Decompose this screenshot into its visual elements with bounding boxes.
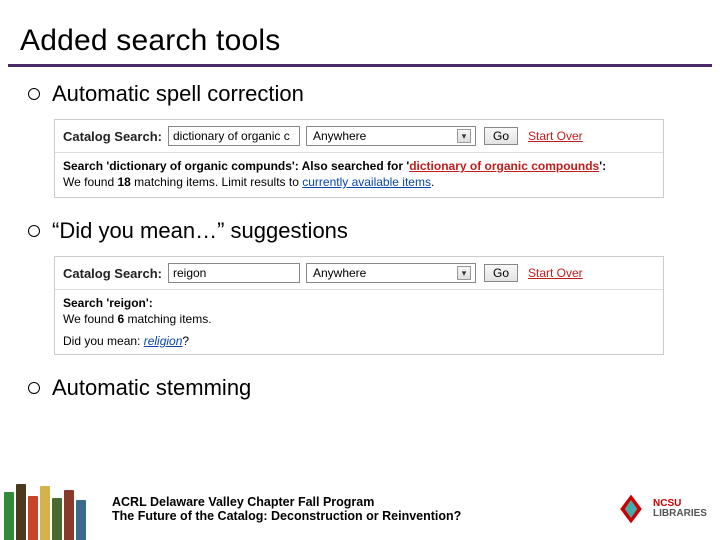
- results-text: Search 'reigon': We found 6 matching ite…: [55, 290, 663, 334]
- search-for-suffix: ': Also searched for ': [292, 159, 409, 173]
- scope-select[interactable]: Anywhere ▾: [306, 263, 476, 283]
- bullet-1: Automatic spell correction: [28, 81, 700, 107]
- limit-results-link[interactable]: currently available items: [302, 175, 431, 189]
- footer-line-1: ACRL Delaware Valley Chapter Fall Progra…: [112, 495, 600, 509]
- footer-line-2: The Future of the Catalog: Deconstructio…: [112, 509, 600, 523]
- screenshot-did-you-mean: Catalog Search: Anywhere ▾ Go Start Over…: [54, 256, 664, 355]
- catalog-search-label: Catalog Search:: [63, 266, 162, 281]
- go-button[interactable]: Go: [484, 127, 518, 145]
- screenshot-spell-correction: Catalog Search: Anywhere ▾ Go Start Over…: [54, 119, 664, 198]
- start-over-link[interactable]: Start Over: [528, 129, 583, 143]
- bullet-1-text: Automatic spell correction: [52, 81, 304, 107]
- dym-end: ?: [182, 334, 189, 348]
- scope-value: Anywhere: [313, 129, 366, 143]
- chevron-down-icon: ▾: [457, 129, 471, 143]
- bullet-marker-icon: [28, 225, 40, 237]
- after-corrected: ':: [599, 159, 606, 173]
- search-term: reigon: [109, 296, 146, 310]
- footer-text: ACRL Delaware Valley Chapter Fall Progra…: [100, 495, 600, 523]
- logo-icon: [613, 491, 649, 527]
- search-bar-row: Catalog Search: Anywhere ▾ Go Start Over: [55, 120, 663, 152]
- search-input[interactable]: [168, 126, 300, 146]
- search-for-prefix: Search ': [63, 159, 109, 173]
- go-button[interactable]: Go: [484, 264, 518, 282]
- scope-value: Anywhere: [313, 266, 366, 280]
- slide-title: Added search tools: [0, 0, 720, 64]
- chevron-down-icon: ▾: [457, 266, 471, 280]
- bullet-2-text: “Did you mean…” suggestions: [52, 218, 348, 244]
- search-input[interactable]: [168, 263, 300, 283]
- scope-select[interactable]: Anywhere ▾: [306, 126, 476, 146]
- books-icon: [0, 478, 100, 540]
- start-over-link[interactable]: Start Over: [528, 266, 583, 280]
- catalog-search-label: Catalog Search:: [63, 129, 162, 144]
- dym-prefix: Did you mean:: [63, 334, 144, 348]
- bullet-2: “Did you mean…” suggestions: [28, 218, 700, 244]
- bullet-marker-icon: [28, 382, 40, 394]
- bullet-3: Automatic stemming: [28, 375, 700, 401]
- bullet-marker-icon: [28, 88, 40, 100]
- content-area: Automatic spell correction Catalog Searc…: [0, 67, 720, 401]
- found-end: .: [431, 175, 434, 189]
- footer: ACRL Delaware Valley Chapter Fall Progra…: [0, 478, 720, 540]
- ncsu-libraries-logo: NCSU LIBRARIES: [600, 491, 720, 527]
- found-mid: matching items. Limit results to: [131, 175, 302, 189]
- found-suffix: matching items.: [124, 312, 211, 326]
- did-you-mean-row: Did you mean: religion?: [55, 334, 663, 354]
- search-for-prefix: Search ': [63, 296, 109, 310]
- search-term: dictionary of organic compunds: [109, 159, 292, 173]
- results-text: Search 'dictionary of organic compunds':…: [55, 153, 663, 197]
- dym-suggestion-link[interactable]: religion: [144, 334, 183, 348]
- logo-text-2: LIBRARIES: [653, 509, 707, 519]
- search-bar-row: Catalog Search: Anywhere ▾ Go Start Over: [55, 257, 663, 289]
- found-count: 18: [117, 175, 130, 189]
- found-prefix: We found: [63, 312, 117, 326]
- corrected-term-link[interactable]: dictionary of organic compounds: [409, 159, 599, 173]
- found-prefix: We found: [63, 175, 117, 189]
- slide: Added search tools Automatic spell corre…: [0, 0, 720, 540]
- search-for-suffix: ':: [146, 296, 153, 310]
- bullet-3-text: Automatic stemming: [52, 375, 251, 401]
